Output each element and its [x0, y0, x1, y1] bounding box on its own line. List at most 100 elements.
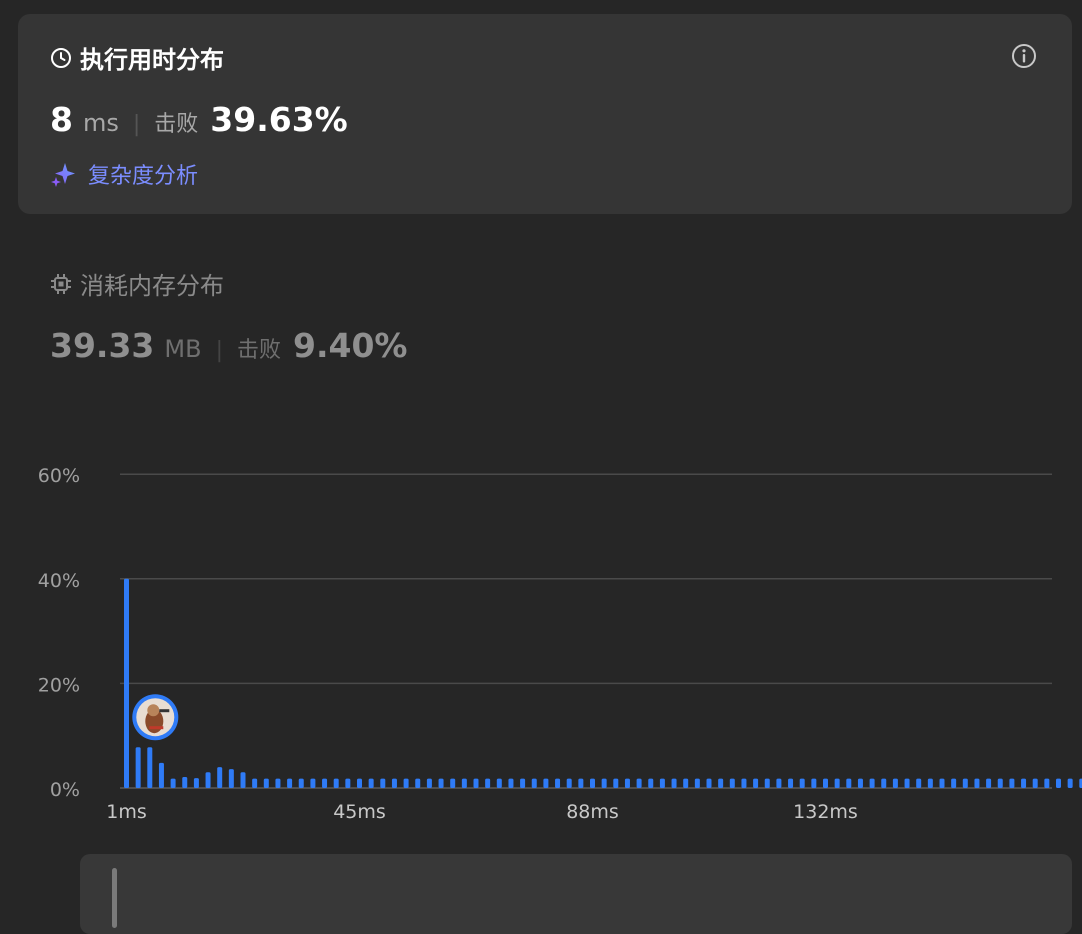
- chart-bar[interactable]: [601, 778, 607, 788]
- chart-bar[interactable]: [520, 778, 526, 788]
- chart-bar[interactable]: [659, 778, 665, 788]
- chart-bar[interactable]: [182, 777, 188, 788]
- chart-bar[interactable]: [718, 778, 724, 788]
- chart-bar[interactable]: [729, 778, 735, 788]
- chart-bar[interactable]: [170, 778, 176, 788]
- chart-bar[interactable]: [624, 778, 630, 788]
- chart-bar[interactable]: [566, 778, 572, 788]
- chart-bar[interactable]: [333, 778, 339, 788]
- memory-unit: MB: [164, 335, 202, 363]
- runtime-beat-value: 39.63%: [210, 100, 348, 139]
- chart-bar[interactable]: [485, 778, 491, 788]
- chart-bar[interactable]: [252, 778, 258, 788]
- chart-bar[interactable]: [415, 778, 421, 788]
- clock-icon: [51, 47, 71, 68]
- chart-bar[interactable]: [671, 778, 677, 788]
- chart-bar[interactable]: [403, 778, 409, 788]
- chart-bar[interactable]: [846, 778, 852, 788]
- chart-bar[interactable]: [706, 778, 712, 788]
- chart-bar[interactable]: [287, 778, 293, 788]
- x-tick-label: 132ms: [793, 801, 858, 823]
- chart-bar[interactable]: [1067, 778, 1073, 788]
- chart-bar[interactable]: [263, 778, 269, 788]
- chart-bar[interactable]: [578, 778, 584, 788]
- chart-bar[interactable]: [997, 778, 1003, 788]
- chart-bar[interactable]: [310, 778, 316, 788]
- chart-bar[interactable]: [741, 778, 747, 788]
- chart-bar[interactable]: [951, 778, 957, 788]
- chart-bar[interactable]: [939, 778, 945, 788]
- chart-bar[interactable]: [228, 769, 234, 788]
- chart-bar[interactable]: [892, 778, 898, 788]
- chart-bar[interactable]: [1021, 778, 1027, 788]
- chart-bar[interactable]: [869, 778, 875, 788]
- chart-bar[interactable]: [450, 778, 456, 788]
- chart-bar[interactable]: [916, 778, 922, 788]
- chart-bar[interactable]: [158, 762, 164, 788]
- chart-bar[interactable]: [217, 767, 223, 788]
- chart-bar[interactable]: [473, 778, 479, 788]
- memory-beat-label: 击败: [236, 338, 281, 363]
- chart-bar[interactable]: [531, 778, 537, 788]
- chart-bar[interactable]: [461, 778, 467, 788]
- chart-bar[interactable]: [135, 747, 141, 788]
- chart-bar[interactable]: [974, 778, 980, 788]
- runtime-card: 执行用时分布 8 ms | 击败 39.63% 复杂度分析: [18, 14, 1072, 214]
- y-tick-label: 20%: [38, 674, 80, 696]
- divider: |: [215, 338, 223, 363]
- complexity-analysis-link[interactable]: 复杂度分析: [50, 158, 198, 190]
- scrollbar-handle[interactable]: [112, 868, 117, 928]
- user-avatar-marker[interactable]: [132, 694, 179, 741]
- runtime-distribution-chart: 60% 40% 20% 0% 1ms 45ms 88ms 132ms: [38, 465, 1082, 823]
- chart-bar[interactable]: [380, 778, 386, 788]
- chart-bar[interactable]: [857, 778, 863, 788]
- chart-bar[interactable]: [345, 778, 351, 788]
- runtime-unit: ms: [82, 109, 119, 137]
- chart-bar[interactable]: [555, 778, 561, 788]
- chart-bar[interactable]: [788, 778, 794, 788]
- chart-bar[interactable]: [240, 772, 246, 788]
- chart-bar[interactable]: [147, 747, 153, 788]
- chart-bar[interactable]: [962, 778, 968, 788]
- chart-bar[interactable]: [904, 778, 910, 788]
- chart-bar[interactable]: [1009, 778, 1015, 788]
- chart-bar[interactable]: [496, 778, 502, 788]
- chart-bar[interactable]: [193, 778, 199, 788]
- chart-bar[interactable]: [764, 778, 770, 788]
- chart-bar[interactable]: [823, 778, 828, 788]
- chart-bar[interactable]: [124, 578, 129, 788]
- chart-bar[interactable]: [368, 778, 374, 788]
- chart-bar[interactable]: [298, 778, 304, 788]
- chart-bar[interactable]: [205, 772, 211, 788]
- chart-bar[interactable]: [648, 778, 654, 788]
- chart-bar[interactable]: [776, 778, 782, 788]
- chart-bar[interactable]: [881, 778, 887, 788]
- chart-bar[interactable]: [322, 778, 328, 788]
- chart-bar[interactable]: [613, 778, 619, 788]
- memory-title: 消耗内存分布: [50, 266, 224, 301]
- info-icon[interactable]: [1010, 42, 1038, 70]
- chart-bar[interactable]: [391, 778, 397, 788]
- chart-bar[interactable]: [543, 778, 549, 788]
- chart-bar[interactable]: [986, 778, 992, 788]
- chart-bar[interactable]: [636, 778, 642, 788]
- chart-bar[interactable]: [275, 778, 281, 788]
- chart-bar[interactable]: [357, 778, 362, 788]
- chart-bar[interactable]: [694, 778, 700, 788]
- chart-bar[interactable]: [799, 778, 805, 788]
- chart-bar[interactable]: [683, 778, 689, 788]
- chart-bar[interactable]: [1044, 778, 1050, 788]
- chart-bar[interactable]: [834, 778, 840, 788]
- y-tick-label: 60%: [38, 465, 80, 487]
- chart-bar[interactable]: [927, 778, 933, 788]
- chart-bar[interactable]: [438, 778, 444, 788]
- sparkle-icon: [51, 163, 75, 187]
- chart-bar[interactable]: [426, 778, 432, 788]
- chart-bar[interactable]: [811, 778, 817, 788]
- chart-bar[interactable]: [753, 778, 759, 788]
- chart-bar[interactable]: [590, 778, 595, 788]
- chart-bar[interactable]: [1032, 778, 1038, 788]
- chart-bar[interactable]: [508, 778, 514, 788]
- chart-bar[interactable]: [1056, 778, 1061, 788]
- runtime-stats: 8 ms | 击败 39.63%: [50, 100, 348, 139]
